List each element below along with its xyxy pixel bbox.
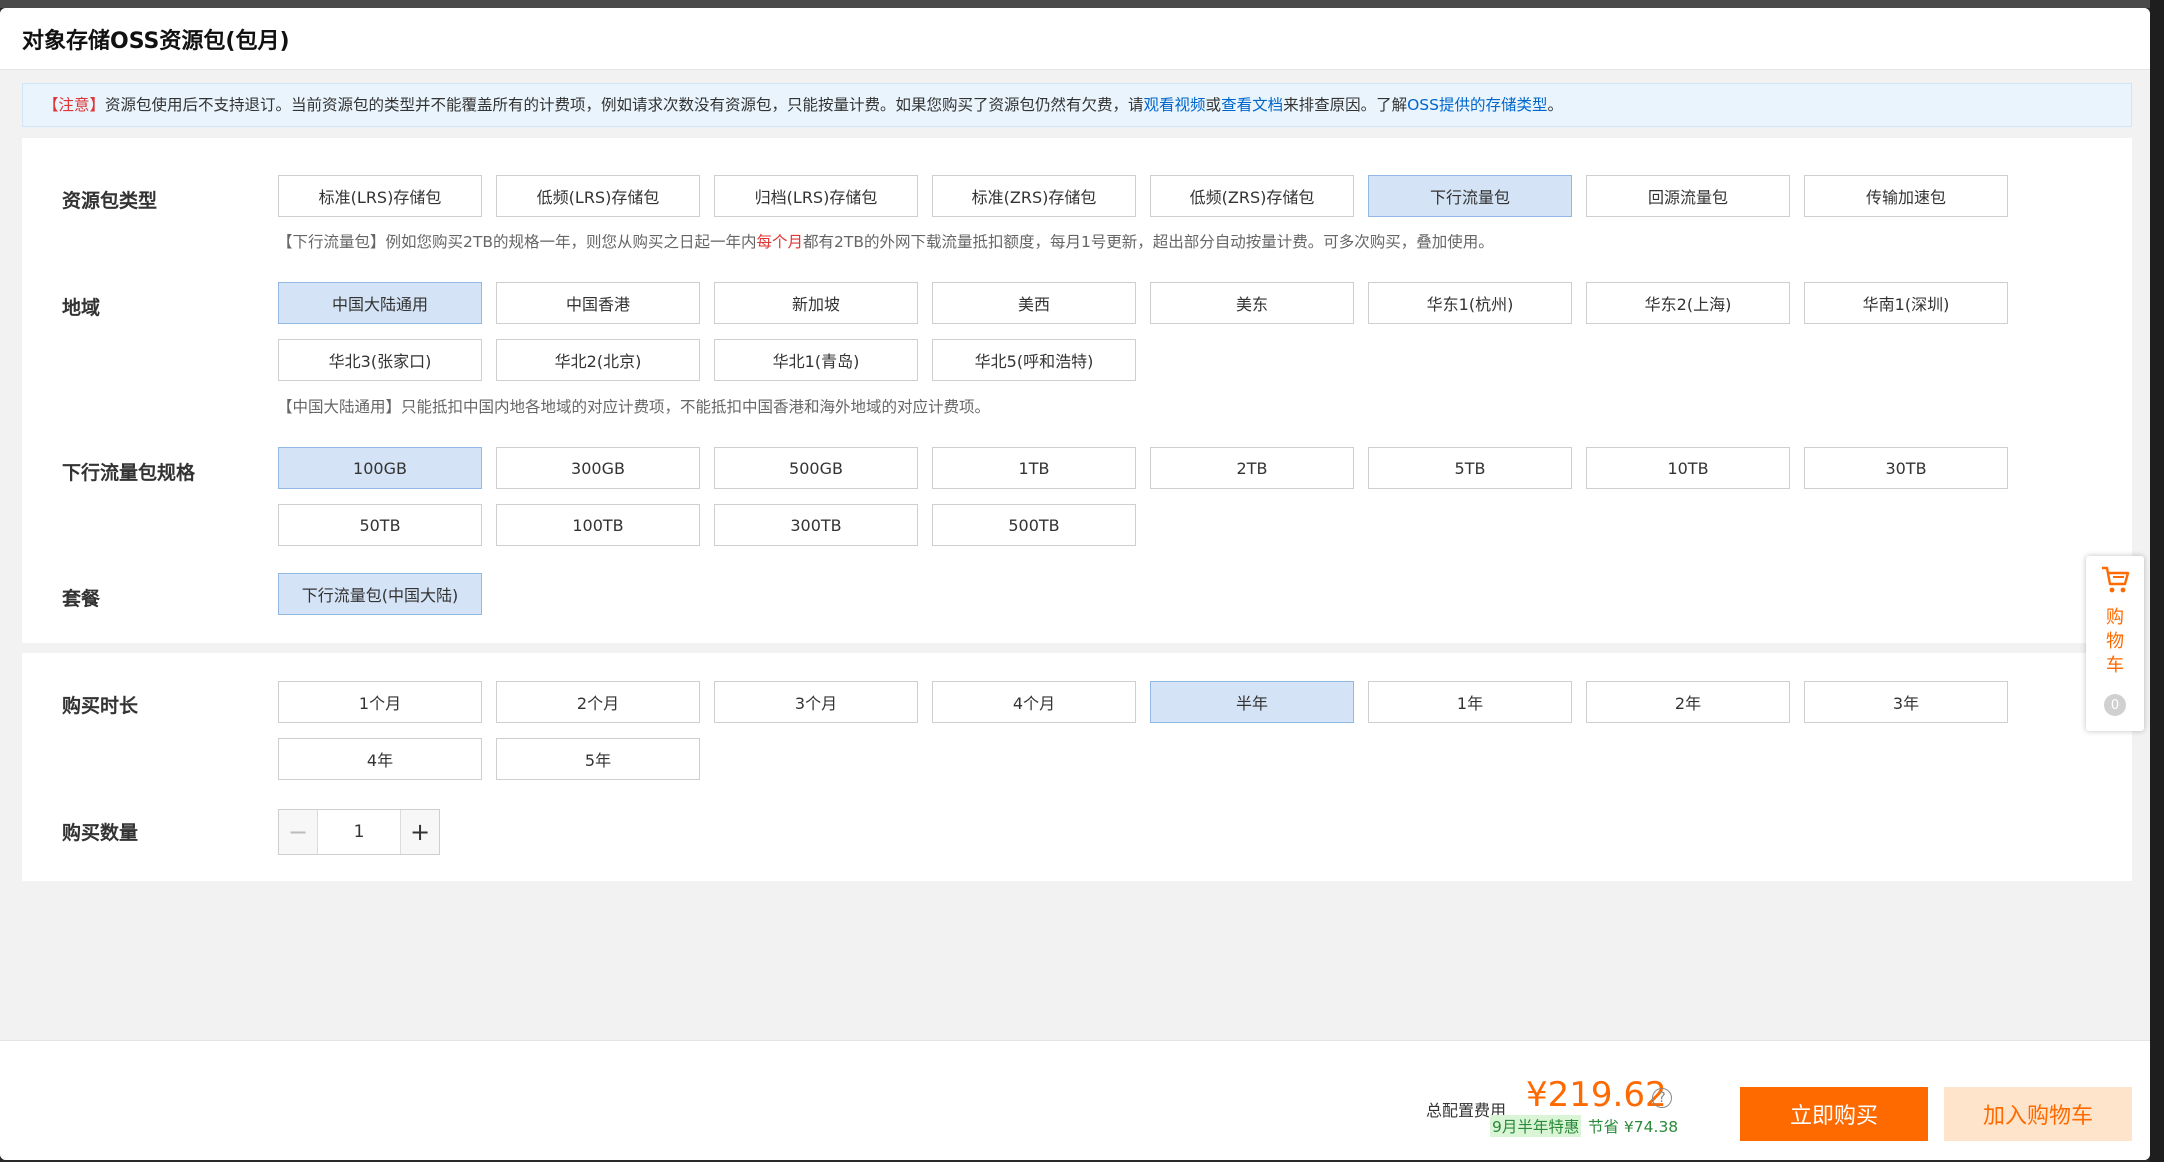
spec-option[interactable]: 300GB: [496, 447, 700, 489]
notice-warn: 【注意】: [43, 96, 106, 114]
duration-option[interactable]: 2年: [1586, 681, 1790, 723]
right-edge: [2150, 0, 2164, 1162]
package-type-option[interactable]: 低频(LRS)存储包: [496, 175, 700, 217]
decrease-button[interactable]: −: [279, 810, 318, 854]
duration-option[interactable]: 1个月: [278, 681, 482, 723]
cart-label: 购物车: [2106, 607, 2124, 676]
dialog-title: 对象存储OSS资源包(包月): [22, 29, 290, 54]
plan-label: 套餐: [62, 588, 101, 610]
cart-icon: [2102, 566, 2130, 593]
total-price: ¥219.62: [1526, 1075, 1667, 1115]
spec-option[interactable]: 10TB: [1586, 447, 1790, 489]
package-type-option[interactable]: 标准(LRS)存储包: [278, 175, 482, 217]
spec-option[interactable]: 100TB: [496, 504, 700, 546]
region-option[interactable]: 中国大陆通用: [278, 282, 482, 324]
package-type-hint: 【下行流量包】例如您购买2TB的规格一年，则您从购买之日起一年内每个月都有2TB…: [277, 230, 1494, 252]
purchase-panel: 购买时长 1个月 2个月 3个月 4个月 半年 1年 2年 3年 4年 5年 购买数量 − 1 +: [22, 653, 2132, 881]
package-type-option[interactable]: 下行流量包: [1368, 175, 1572, 217]
savings-text: 节省 ¥74.38: [1588, 1118, 1679, 1136]
quantity-input[interactable]: 1: [318, 810, 400, 854]
floating-cart[interactable]: 购物车 0: [2086, 556, 2144, 731]
background-window-strip: [0, 0, 2164, 8]
package-type-option[interactable]: 低频(ZRS)存储包: [1150, 175, 1354, 217]
duration-label: 购买时长: [62, 695, 139, 717]
quantity-stepper: − 1 +: [278, 809, 440, 855]
dialog-footer: 总配置费用 ¥219.62 ? 9月半年特惠 节省 ¥74.38 立即购买 加入…: [0, 1040, 2150, 1160]
quantity-label: 购买数量: [62, 822, 139, 844]
duration-option[interactable]: 3个月: [714, 681, 918, 723]
region-option[interactable]: 新加坡: [714, 282, 918, 324]
duration-option[interactable]: 3年: [1804, 681, 2008, 723]
region-option[interactable]: 美东: [1150, 282, 1354, 324]
hint-pre: 【下行流量包】例如您购买2TB的规格一年，则您从购买之日起一年内: [277, 233, 757, 251]
package-type-label: 资源包类型: [62, 190, 158, 212]
spec-option[interactable]: 300TB: [714, 504, 918, 546]
package-type-option[interactable]: 回源流量包: [1586, 175, 1790, 217]
region-option[interactable]: 华东2(上海): [1586, 282, 1790, 324]
help-icon[interactable]: ?: [1652, 1088, 1672, 1108]
region-label: 地域: [62, 297, 101, 319]
plan-option[interactable]: 下行流量包(中国大陆): [278, 573, 482, 615]
spec-option[interactable]: 30TB: [1804, 447, 2008, 489]
spec-option[interactable]: 500GB: [714, 447, 918, 489]
watch-video-link[interactable]: 观看视频: [1144, 96, 1206, 114]
region-option[interactable]: 中国香港: [496, 282, 700, 324]
region-option[interactable]: 华南1(深圳): [1804, 282, 2008, 324]
notice-or: 或: [1205, 96, 1222, 114]
spec-option[interactable]: 1TB: [932, 447, 1136, 489]
spec-option[interactable]: 5TB: [1368, 447, 1572, 489]
config-panel: 资源包类型 标准(LRS)存储包 低频(LRS)存储包 归档(LRS)存储包 标准(Z…: [22, 138, 2132, 643]
duration-option[interactable]: 半年: [1150, 681, 1354, 723]
package-type-option[interactable]: 归档(LRS)存储包: [714, 175, 918, 217]
spec-option[interactable]: 500TB: [932, 504, 1136, 546]
duration-option[interactable]: 5年: [496, 738, 700, 780]
duration-option[interactable]: 4年: [278, 738, 482, 780]
add-to-cart-button[interactable]: 加入购物车: [1944, 1087, 2132, 1141]
spec-option[interactable]: 50TB: [278, 504, 482, 546]
hint-post: 都有2TB的外网下载流量抵扣额度，每月1号更新，超出部分自动按量计费。可多次购买…: [802, 233, 1494, 251]
spec-label: 下行流量包规格: [62, 462, 196, 484]
package-type-option[interactable]: 传输加速包: [1804, 175, 2008, 217]
resource-package-dialog: 对象存储OSS资源包(包月) 【注意】资源包使用后不支持退订。当前资源包的类型并…: [0, 8, 2150, 1160]
region-option[interactable]: 华东1(杭州): [1368, 282, 1572, 324]
region-option[interactable]: 华北5(呼和浩特): [932, 339, 1136, 381]
duration-option[interactable]: 4个月: [932, 681, 1136, 723]
duration-option[interactable]: 2个月: [496, 681, 700, 723]
promo-badge: 9月半年特惠: [1490, 1115, 1582, 1137]
region-option[interactable]: 华北2(北京): [496, 339, 700, 381]
buy-now-button[interactable]: 立即购买: [1740, 1087, 1928, 1141]
region-hint: 【中国大陆通用】只能抵扣中国内地各地域的对应计费项，不能抵扣中国香港和海外地域的…: [277, 398, 991, 416]
duration-option[interactable]: 1年: [1368, 681, 1572, 723]
notice-banner: 【注意】资源包使用后不支持退订。当前资源包的类型并不能覆盖所有的计费项，例如请求…: [22, 83, 2132, 127]
dialog-header: 对象存储OSS资源包(包月): [0, 8, 2150, 70]
spec-option[interactable]: 100GB: [278, 447, 482, 489]
region-option[interactable]: 华北1(青岛): [714, 339, 918, 381]
notice-text-2: 来排查原因。了解: [1283, 96, 1408, 114]
notice-text-1: 资源包使用后不支持退订。当前资源包的类型并不能覆盖所有的计费项，例如请求次数没有…: [105, 96, 1144, 114]
increase-button[interactable]: +: [400, 810, 439, 854]
cart-count-badge: 0: [2104, 694, 2126, 716]
hint-red: 每个月: [756, 233, 803, 251]
view-docs-link[interactable]: 查看文档: [1221, 96, 1283, 114]
region-option[interactable]: 华北3(张家口): [278, 339, 482, 381]
storage-types-link[interactable]: OSS提供的存储类型: [1407, 96, 1547, 114]
spec-option[interactable]: 2TB: [1150, 447, 1354, 489]
region-option[interactable]: 美西: [932, 282, 1136, 324]
notice-end: 。: [1547, 96, 1563, 114]
package-type-option[interactable]: 标准(ZRS)存储包: [932, 175, 1136, 217]
